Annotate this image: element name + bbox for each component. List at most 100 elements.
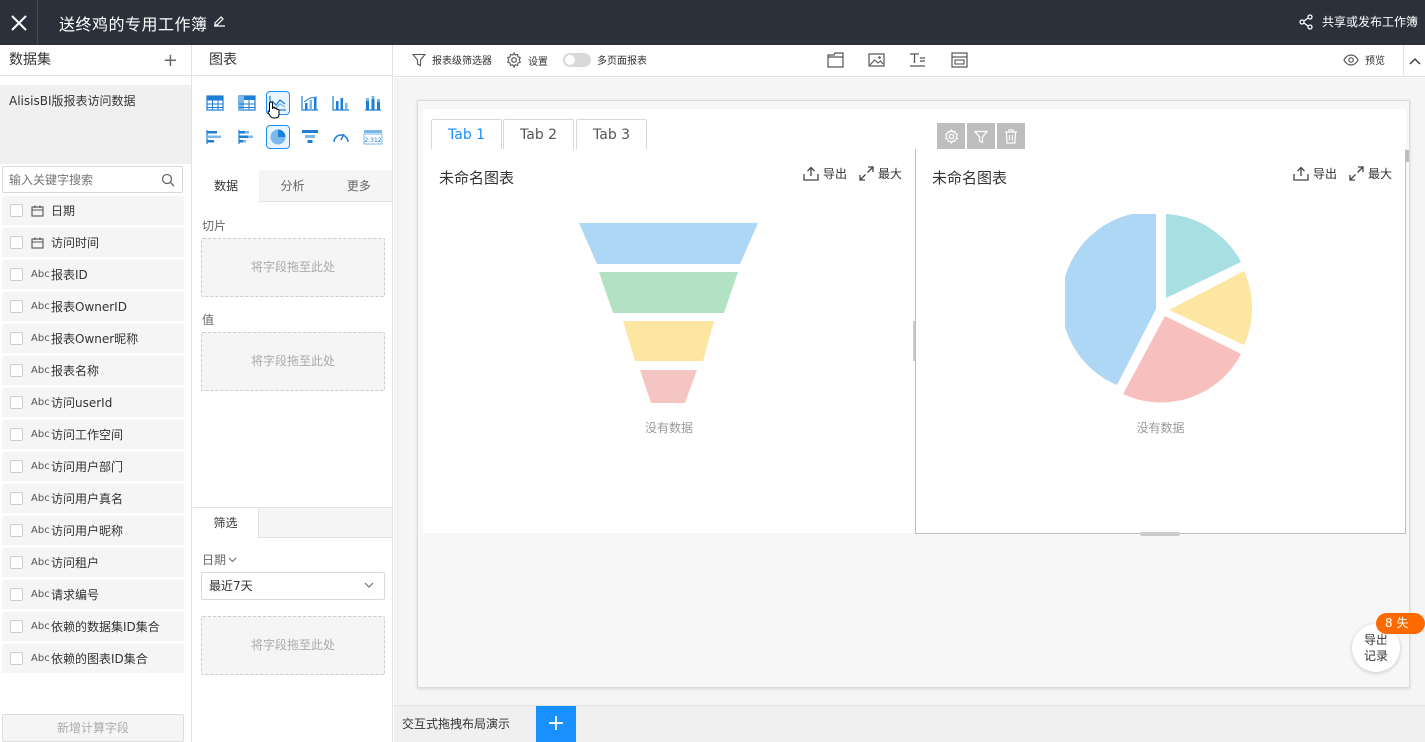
field-label: 报表ID — [51, 268, 88, 282]
chart-type-hbar[interactable] — [203, 125, 227, 149]
chart-type-crosstab[interactable] — [235, 91, 259, 115]
multipage-switch[interactable] — [563, 52, 591, 67]
export-button[interactable]: 导出 — [1293, 165, 1337, 182]
field-item[interactable]: Abc 访问userId — [2, 388, 184, 417]
chart-type-combo[interactable] — [298, 91, 322, 115]
field-item[interactable]: Abc 报表OwnerID — [2, 292, 184, 321]
slice-dropzone[interactable]: 将字段拖至此处 — [201, 238, 385, 297]
date-filter-label[interactable]: 日期 — [202, 551, 237, 568]
field-label: 报表Owner昵称 — [51, 332, 139, 346]
add-calc-field-button[interactable]: 新增计算字段 — [2, 714, 184, 742]
iframe-icon[interactable] — [951, 52, 968, 68]
chart-type-gauge[interactable] — [329, 125, 353, 149]
field-checkbox[interactable] — [10, 460, 23, 473]
field-item[interactable]: Abc 报表Owner昵称 — [2, 324, 184, 353]
field-checkbox[interactable] — [10, 332, 23, 345]
export-label: 导出 — [1312, 167, 1337, 181]
text-type-icon: Abc — [31, 333, 50, 344]
field-checkbox[interactable] — [10, 364, 23, 377]
field-item[interactable]: Abc 访问用户真名 — [2, 484, 184, 513]
field-checkbox[interactable] — [10, 556, 23, 569]
dataset-item[interactable]: AlisisBI版报表访问数据 — [0, 85, 191, 117]
maximize-button[interactable]: 最大 — [859, 165, 902, 182]
search-icon[interactable] — [161, 173, 175, 187]
card-delete-button[interactable] — [997, 123, 1025, 150]
field-checkbox[interactable] — [10, 268, 23, 281]
tab-more[interactable]: 更多 — [325, 170, 392, 202]
field-item[interactable]: Abc 访问用户部门 — [2, 452, 184, 481]
close-button[interactable] — [0, 0, 38, 45]
pie-chart-card[interactable]: 未命名图表 导出 最大 没有数据 — [915, 149, 1406, 536]
field-checkbox[interactable] — [10, 588, 23, 601]
report-filter-button[interactable]: 报表级筛选器 — [412, 52, 492, 67]
chart-type-bar[interactable] — [329, 91, 353, 115]
add-page-button[interactable]: + — [536, 706, 576, 742]
add-tab-container-icon[interactable] — [827, 52, 844, 68]
field-item[interactable]: Abc 访问工作空间 — [2, 420, 184, 449]
resize-handle[interactable] — [1140, 532, 1180, 536]
calendar-icon — [31, 205, 47, 217]
text-icon[interactable] — [909, 52, 926, 68]
filter-dropzone[interactable]: 将字段拖至此处 — [201, 616, 385, 675]
field-checkbox[interactable] — [10, 396, 23, 409]
field-item[interactable]: 访问时间 — [2, 228, 184, 257]
top-bar: 送终鸡的专用工作簿 共享或发布工作簿 — [0, 0, 1425, 45]
field-item[interactable]: Abc 访问租户 — [2, 548, 184, 577]
preview-button[interactable]: 预览 — [1343, 52, 1385, 67]
collapse-toolbar-button[interactable] — [1403, 45, 1425, 77]
field-item[interactable]: Abc 依赖的数据集ID集合 — [2, 612, 184, 641]
text-type-icon: Abc — [31, 301, 50, 312]
multipage-toggle[interactable]: 多页面报表 — [563, 52, 647, 67]
chart-type-funnel[interactable] — [298, 125, 322, 149]
field-item[interactable]: Abc 报表名称 — [2, 356, 184, 385]
workbook-title: 送终鸡的专用工作簿 — [59, 15, 208, 34]
stacked-hbar-icon — [237, 130, 253, 144]
value-dropzone[interactable]: 将字段拖至此处 — [201, 332, 385, 391]
field-checkbox[interactable] — [10, 204, 23, 217]
funnel-chart-card[interactable]: 未命名图表 导出 最大 没有数据 — [423, 149, 915, 533]
chart-type-stacked-bar[interactable] — [361, 91, 385, 115]
chart-type-pie[interactable] — [266, 125, 290, 149]
image-icon[interactable] — [868, 52, 885, 68]
export-button[interactable]: 导出 — [803, 165, 847, 182]
settings-button[interactable]: 设置 — [506, 52, 548, 68]
chart-type-table[interactable] — [203, 91, 227, 115]
chart-config-panel: 图表 2.312 数据 分析 更多 切片 将字段拖至此处 值 将字段拖至此处 筛… — [193, 45, 393, 742]
card-settings-button[interactable] — [937, 123, 965, 150]
tab-analysis[interactable]: 分析 — [259, 170, 326, 202]
date-range-select[interactable]: 最近7天 — [201, 572, 385, 600]
field-checkbox[interactable] — [10, 236, 23, 249]
chart-type-stacked-hbar[interactable] — [235, 125, 259, 149]
tab-3[interactable]: Tab 3 — [576, 119, 648, 150]
card-filter-button[interactable] — [967, 123, 995, 150]
add-dataset-button[interactable]: + — [163, 45, 178, 76]
field-item[interactable]: Abc 访问用户昵称 — [2, 516, 184, 545]
field-item[interactable]: Abc 报表ID — [2, 260, 184, 289]
edit-title-button[interactable] — [213, 14, 226, 30]
tab-filter[interactable]: 筛选 — [193, 508, 259, 538]
page-tab[interactable]: 交互式拖拽布局演示 — [394, 706, 536, 742]
field-checkbox[interactable] — [10, 428, 23, 441]
field-item[interactable]: Abc 请求编号 — [2, 580, 184, 609]
maximize-icon — [859, 166, 874, 181]
field-checkbox[interactable] — [10, 652, 23, 665]
share-button[interactable]: 共享或发布工作簿 — [1298, 13, 1418, 30]
field-checkbox[interactable] — [10, 620, 23, 633]
field-checkbox[interactable] — [10, 492, 23, 505]
hand-cursor-icon — [267, 101, 280, 119]
field-checkbox[interactable] — [10, 300, 23, 313]
close-icon — [10, 14, 27, 31]
field-search-input[interactable] — [9, 172, 159, 187]
field-label: 访问userId — [51, 396, 113, 410]
field-label: 报表OwnerID — [51, 300, 127, 314]
tab-2[interactable]: Tab 2 — [503, 119, 575, 150]
field-item[interactable]: Abc 依赖的图表ID集合 — [2, 644, 184, 673]
tab-data[interactable]: 数据 — [193, 170, 260, 202]
field-checkbox[interactable] — [10, 524, 23, 537]
maximize-button[interactable]: 最大 — [1349, 165, 1392, 182]
chart-type-indicator[interactable]: 2.312 — [361, 125, 385, 149]
tab-1[interactable]: Tab 1 — [431, 119, 503, 150]
chart-actions: 导出 最大 — [803, 165, 902, 182]
field-item[interactable]: 日期 — [2, 196, 184, 225]
calendar-icon — [31, 237, 47, 249]
